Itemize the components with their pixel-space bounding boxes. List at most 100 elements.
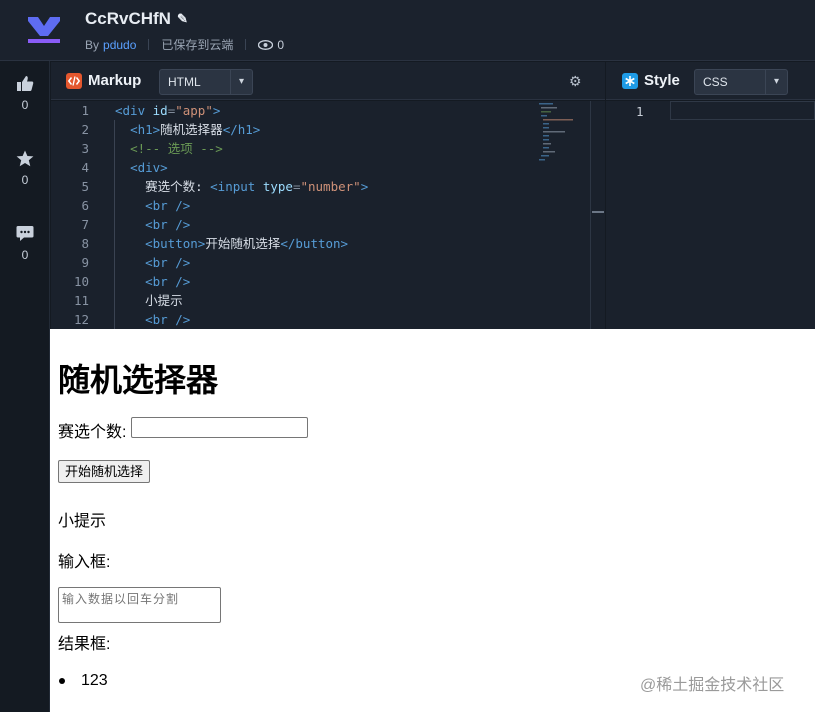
logo-icon[interactable] (24, 14, 64, 46)
html-code-editor[interactable]: 1 <div id="app"> 2 <h1>随机选择器</h1> 3 <!-- 选项… (51, 101, 605, 329)
edit-pencil-icon[interactable]: ✎ (177, 11, 188, 27)
line-number: 10 (73, 274, 89, 289)
code-text: <br /> (115, 196, 190, 215)
css-code-editor[interactable]: 1 (606, 101, 815, 329)
code-token: > (212, 103, 221, 118)
preview-pane: 随机选择器 赛选个数: 开始随机选择 小提示 输入框: 输入数据以回车分割 结果… (50, 329, 815, 712)
code-text: <h1>随机选择器</h1> (115, 120, 260, 139)
line-number: 2 (81, 122, 89, 137)
tip-text: 小提示 (58, 513, 107, 530)
code-token: <br /> (145, 274, 191, 289)
count-label: 赛选个数: (58, 424, 127, 441)
markup-panel-title: Markup (66, 72, 141, 89)
code-line[interactable]: 12 <br /> (51, 310, 591, 329)
code-line[interactable]: 3 <!-- 选项 --> (51, 139, 591, 158)
style-panel-title: Style (622, 72, 680, 89)
line-number: 7 (81, 217, 89, 232)
start-random-button[interactable]: 开始随机选择 (58, 460, 151, 483)
code-token: "app" (175, 103, 213, 118)
comment-button[interactable]: 0 (0, 225, 50, 262)
code-line[interactable]: 7 <br /> (51, 215, 591, 234)
count-number-input[interactable] (131, 417, 308, 438)
line-number: 12 (73, 312, 89, 327)
view-count: 0 (277, 37, 285, 52)
star-icon (16, 150, 34, 167)
save-status: 已保存到云端 (161, 38, 234, 52)
code-line[interactable]: 2 <h1>随机选择器</h1> (51, 120, 591, 139)
gear-icon[interactable]: ⚙ (569, 73, 582, 90)
code-line[interactable]: 9 <br /> (51, 253, 591, 272)
code-line[interactable]: 8 <button>开始随机选择</button> (51, 234, 591, 253)
project-title[interactable]: CcRvCHfN ✎ (85, 9, 188, 29)
code-line[interactable]: 1 <div id="app"> (51, 101, 591, 120)
style-language-select[interactable]: CSS ▾ (694, 69, 788, 95)
code-text: <!-- 选项 --> (115, 139, 223, 158)
chevron-down-icon: ▾ (230, 70, 252, 94)
editor-scroll-thumb[interactable] (592, 211, 604, 213)
code-token: 赛选个数: (115, 179, 211, 194)
project-title-text[interactable]: CcRvCHfN (85, 9, 171, 29)
star-button[interactable]: 0 (0, 150, 50, 187)
code-token: 开始随机选择 (205, 236, 281, 251)
line-number: 1 (81, 103, 89, 118)
code-token: </button> (280, 236, 349, 251)
code-minimap[interactable] (537, 101, 577, 171)
meta-divider (148, 39, 150, 50)
preview-heading: 随机选择器 (58, 362, 219, 398)
action-rail: 0 0 0 (0, 61, 50, 712)
comment-icon (16, 226, 34, 241)
css-active-line[interactable] (670, 101, 815, 120)
code-token: <button> (145, 236, 206, 251)
markup-language-select[interactable]: HTML ▾ (159, 69, 253, 95)
chevron-down-icon: ▾ (765, 70, 787, 94)
line-number: 3 (81, 141, 89, 156)
line-number: 5 (81, 179, 89, 194)
code-token: <br /> (145, 312, 191, 327)
code-text: <br /> (115, 310, 190, 329)
style-language-value: CSS (703, 75, 728, 89)
view-counter: 0 (258, 38, 284, 52)
data-textarea[interactable]: 输入数据以回车分割 (58, 587, 221, 623)
code-text: 小提示 (115, 291, 183, 310)
code-line[interactable]: 10 <br /> (51, 272, 591, 291)
code-text: <br /> (115, 215, 190, 234)
code-token: <div> (130, 160, 168, 175)
code-line[interactable]: 5 赛选个数: <input type="number"> (51, 177, 591, 196)
line-number: 4 (81, 160, 89, 175)
style-label: Style (644, 72, 680, 89)
line-number: 9 (81, 255, 89, 270)
code-text: <div id="app"> (115, 101, 220, 120)
star-count: 0 (21, 173, 29, 187)
css-line-number: 1 (636, 104, 644, 119)
list-bullet (59, 678, 65, 684)
code-token: type (262, 179, 293, 194)
input-box-label: 输入框: (58, 554, 111, 571)
code-line[interactable]: 4 <div> (51, 158, 591, 177)
editor-scrollbar[interactable] (590, 101, 605, 329)
code-token: <br /> (145, 217, 191, 232)
code-line[interactable]: 6 <br /> (51, 196, 591, 215)
comment-count: 0 (21, 248, 29, 262)
code-text: <div> (115, 158, 168, 177)
code-line[interactable]: 11 小提示 (51, 291, 591, 310)
line-number: 6 (81, 198, 89, 213)
css-asterisk-icon (622, 72, 638, 89)
markup-panel-header: Markup HTML ▾ ⚙ (51, 62, 605, 100)
meta-divider (245, 39, 247, 50)
code-token: 小提示 (115, 293, 183, 308)
author-link[interactable]: pdudo (103, 38, 136, 52)
code-text: <br /> (115, 272, 190, 291)
project-meta: By pdudo 已保存到云端 0 (85, 36, 284, 53)
code-token: </h1> (222, 122, 261, 137)
html-code-icon (66, 72, 82, 89)
like-count: 0 (21, 98, 29, 112)
code-token: > (360, 179, 369, 194)
like-button[interactable]: 0 (0, 75, 50, 112)
code-token: <h1> (130, 122, 161, 137)
